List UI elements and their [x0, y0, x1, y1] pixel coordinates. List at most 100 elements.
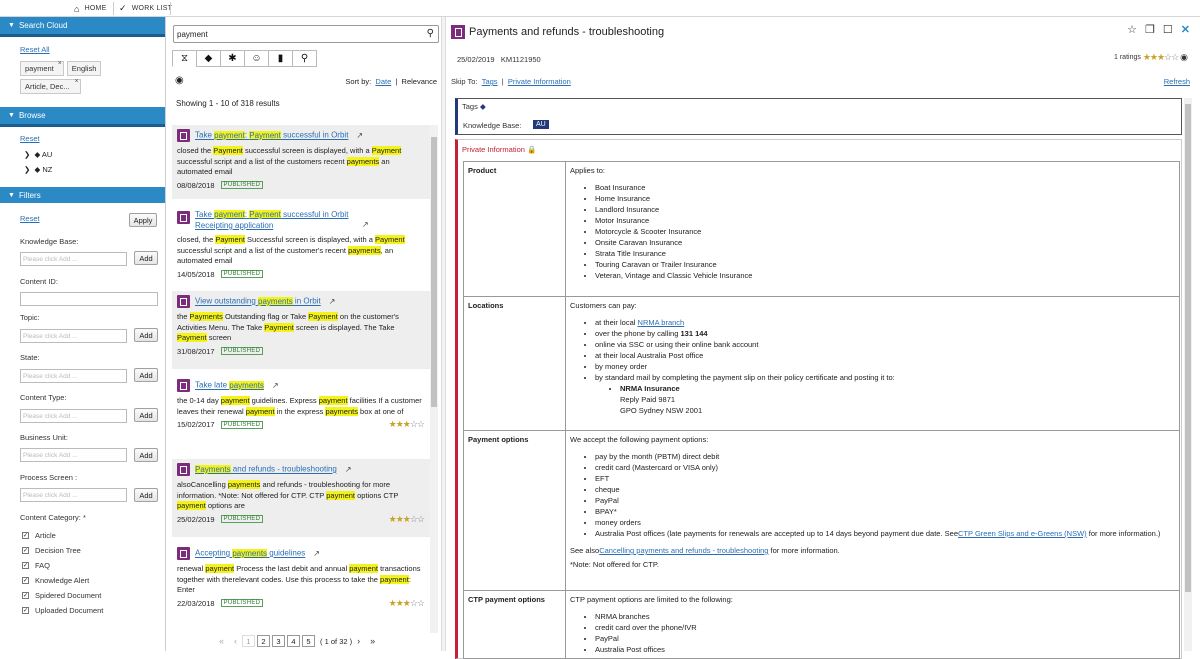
address-list: NRMA InsuranceReply Paid 9871GPO Sydney …	[620, 383, 1175, 416]
cancelling-payments-link[interactable]: Cancelling payments and refunds - troubl…	[599, 546, 768, 555]
nrma-branch-link[interactable]: NRMA branch	[638, 318, 685, 327]
content-type-input[interactable]: Please click Add ...	[20, 409, 127, 423]
copy-icon[interactable]: ❐	[1145, 23, 1155, 36]
result-title[interactable]: Take payment: Payment successful in Orbi…	[195, 209, 370, 231]
tag-filter-icon[interactable]: ⧖	[172, 50, 197, 67]
sort-date-link[interactable]: Date	[375, 77, 391, 86]
external-link-icon[interactable]: ↗	[272, 381, 279, 390]
rating-stars[interactable]: ★★★☆☆	[1143, 52, 1179, 63]
add-button[interactable]: Add	[134, 251, 158, 265]
result-item[interactable]: Take payment: Payment successful in Orbi…	[172, 205, 430, 285]
result-item[interactable]: Accepting payments guidelines ↗ renewal p…	[172, 543, 430, 621]
checkbox-icon[interactable]: ✓	[22, 547, 29, 554]
add-button[interactable]: Add	[134, 328, 158, 342]
page-3[interactable]: 3	[272, 635, 286, 647]
category-knowledge-alert[interactable]: ✓ Knowledge Alert	[22, 573, 103, 588]
next-page-icon[interactable]: ›	[357, 636, 360, 646]
external-link-icon[interactable]: ↗	[329, 297, 336, 306]
add-button[interactable]: Add	[134, 448, 158, 462]
page-2[interactable]: 2	[257, 635, 271, 647]
result-title[interactable]: Take late payments	[195, 380, 264, 390]
checkbox-icon[interactable]: ✓	[22, 562, 29, 569]
category-faq[interactable]: ✓ FAQ	[22, 558, 103, 573]
chip-article[interactable]: Article, Dec... ×	[20, 78, 81, 94]
skip-private-link[interactable]: Private Information	[508, 77, 571, 86]
scrollbar-thumb[interactable]	[431, 137, 437, 407]
external-link-icon[interactable]: ↗	[313, 549, 320, 558]
skip-tags-link[interactable]: Tags	[482, 77, 498, 86]
result-item[interactable]: View outstanding payments in Orbit ↗ the …	[172, 291, 430, 369]
result-title[interactable]: Accepting payments guidelines	[195, 548, 305, 558]
worklist-tab[interactable]: ✓ WORK LIST	[119, 0, 172, 17]
filters-header[interactable]: ▼ Filters	[0, 187, 165, 203]
result-title[interactable]: Payments and refunds - troubleshooting	[195, 464, 337, 474]
reset-all-link[interactable]: Reset All	[20, 45, 50, 54]
add-button[interactable]: Add	[134, 488, 158, 502]
bookmark-icon[interactable]: ☐	[1163, 23, 1173, 36]
chip-payment[interactable]: payment ×	[20, 60, 64, 76]
remove-icon[interactable]: ×	[75, 78, 79, 85]
article-scrollbar[interactable]	[1184, 98, 1192, 651]
result-title[interactable]: Take payment: Payment successful in Orbi…	[195, 130, 348, 140]
magnify-icon[interactable]: ⚲	[292, 50, 317, 67]
page-4[interactable]: 4	[287, 635, 301, 647]
refresh-link[interactable]: Refresh	[1164, 77, 1190, 86]
result-item[interactable]: Take payment: Payment successful in Orbi…	[172, 125, 430, 199]
chart-icon[interactable]: ▮	[268, 50, 293, 67]
category-uploaded-document[interactable]: ✓ Uploaded Document	[22, 603, 103, 618]
topic-input[interactable]: Please click Add ...	[20, 329, 127, 343]
checkbox-icon[interactable]: ✓	[22, 607, 29, 614]
state-label: State:	[20, 353, 40, 362]
home-tab[interactable]: ⌂ HOME	[74, 0, 106, 17]
category-article[interactable]: ✓ Article	[22, 528, 103, 543]
add-button[interactable]: Add	[134, 408, 158, 422]
comment-icon[interactable]: ◉	[1180, 52, 1188, 63]
browse-header[interactable]: ▼ Browse	[0, 107, 165, 127]
business-unit-input[interactable]: Please click Add ...	[20, 448, 127, 462]
result-item[interactable]: Payments and refunds - troubleshooting ↗ …	[172, 459, 430, 537]
remove-icon[interactable]: ×	[58, 60, 62, 67]
checkbox-icon[interactable]: ✓	[22, 532, 29, 539]
search-icon[interactable]: ⚲	[427, 28, 434, 39]
prev-page-icon[interactable]: ‹	[234, 636, 237, 646]
page-5[interactable]: 5	[302, 635, 316, 647]
content-id-input[interactable]	[20, 292, 158, 306]
external-link-icon[interactable]: ↗	[345, 465, 352, 474]
search-cloud-header[interactable]: ▼ Search Cloud	[0, 17, 165, 37]
result-item[interactable]: Take late payments ↗ the 0-14 day payment…	[172, 375, 430, 453]
browse-item-nz[interactable]: ❯ ◆ NZ	[24, 165, 52, 174]
external-link-icon[interactable]: ↗	[356, 131, 363, 140]
ctp-green-slips-link[interactable]: CTP Green Slips and e-Greens (NSW)	[958, 529, 1087, 538]
search-input[interactable]: payment ⚲	[173, 25, 439, 43]
checkbox-icon[interactable]: ✓	[22, 577, 29, 584]
list-item: Home Insurance	[595, 193, 1175, 204]
external-link-icon[interactable]: ↗	[362, 220, 369, 231]
comment-icon[interactable]: ◉	[175, 75, 184, 86]
close-icon[interactable]: ✕	[1181, 23, 1190, 36]
people-icon[interactable]: ☺	[244, 50, 269, 67]
status-badge: PUBLISHED	[220, 347, 264, 355]
checkbox-icon[interactable]: ✓	[22, 592, 29, 599]
page-1[interactable]: 1	[242, 635, 256, 647]
sort-relevance-link[interactable]: Relevance	[402, 77, 437, 86]
process-screen-input[interactable]: Please click Add ...	[20, 488, 127, 502]
results-scrollbar[interactable]	[430, 125, 438, 633]
decision-icon[interactable]: ◆	[196, 50, 221, 67]
state-input[interactable]: Please click Add ...	[20, 369, 127, 383]
apply-button[interactable]: Apply	[129, 213, 157, 227]
chip-english[interactable]: English	[66, 61, 102, 76]
scrollbar-thumb[interactable]	[1185, 104, 1191, 592]
category-spidered-document[interactable]: ✓ Spidered Document	[22, 588, 103, 603]
article-meta: 25/02/2019 KM1121950	[457, 55, 541, 64]
result-title[interactable]: View outstanding payments in Orbit	[195, 296, 321, 306]
last-page-icon[interactable]: »	[370, 636, 375, 646]
first-page-icon[interactable]: «	[219, 636, 224, 646]
browse-reset-link[interactable]: Reset	[20, 134, 40, 143]
add-button[interactable]: Add	[134, 368, 158, 382]
knowledge-base-input[interactable]: Please click Add ...	[20, 252, 127, 266]
alert-icon[interactable]: ✱	[220, 50, 245, 67]
filters-reset-link[interactable]: Reset	[20, 214, 40, 223]
favorite-icon[interactable]: ☆	[1127, 23, 1137, 36]
category-decision-tree[interactable]: ✓ Decision Tree	[22, 543, 103, 558]
browse-item-au[interactable]: ❯ ◆ AU	[24, 150, 52, 159]
